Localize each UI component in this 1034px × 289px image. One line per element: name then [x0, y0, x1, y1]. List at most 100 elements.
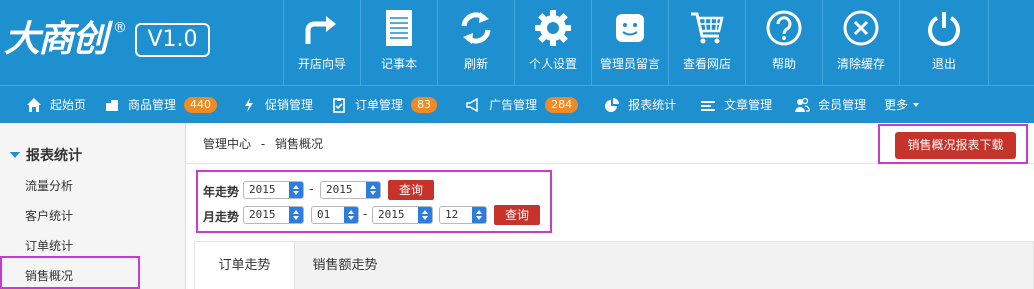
select-arrows-icon — [418, 207, 432, 223]
select-value: 2015 — [249, 183, 276, 196]
sidebar-heading: 报表统计 — [26, 148, 82, 164]
tool-label: 刷新 — [463, 57, 488, 71]
cart-icon — [691, 12, 724, 44]
breadcrumb: 管理中心 - 销售概况 — [203, 135, 323, 152]
month-to-month-select[interactable]: 12 — [439, 206, 487, 224]
toolbar: 开店向导 记事本 刷新 个人设置 管理员留言 查看网店 帮助 清除缓存 退出 — [283, 0, 989, 85]
notepad-icon — [386, 10, 412, 46]
select-arrows-icon — [289, 182, 303, 198]
year-from-select[interactable]: 2015 — [243, 181, 304, 199]
month-trend-label: 月走势 — [203, 210, 240, 224]
tool-label: 帮助 — [771, 57, 796, 71]
clipboard-icon — [333, 97, 345, 113]
close-circle-icon — [843, 10, 879, 46]
year-query-button[interactable]: 查询 — [388, 180, 434, 200]
box-icon — [106, 99, 119, 111]
nav-item-label: 商品管理 — [128, 98, 177, 112]
power-icon — [928, 12, 960, 47]
nav-item-articles[interactable]: 文章管理 — [684, 86, 780, 124]
tool-admin-message[interactable]: 管理员留言 — [591, 0, 668, 85]
select-value: 2015 — [249, 208, 276, 221]
nav-item-label: 会员管理 — [818, 98, 867, 112]
tool-label: 管理员留言 — [599, 57, 660, 71]
month-query-button[interactable]: 查询 — [494, 205, 540, 225]
count-badge: 83 — [411, 96, 438, 113]
nav-item-members[interactable]: 会员管理 — [780, 86, 874, 124]
gear-icon — [535, 10, 571, 46]
month-from-year-select[interactable]: 2015 — [243, 206, 304, 224]
year-trend-label: 年走势 — [203, 185, 240, 199]
help-icon — [766, 10, 802, 46]
range-dash: - — [309, 182, 314, 196]
nav-item-reports[interactable]: 报表统计 — [586, 86, 684, 124]
nav-item-label: 订单管理 — [355, 98, 404, 112]
select-value: 2015 — [326, 183, 353, 196]
chart-tabs: 订单走势 销售额走势 — [194, 241, 1034, 289]
range-dash: - — [363, 207, 368, 221]
tool-label: 开店向导 — [297, 57, 346, 71]
sidebar-item-orders[interactable]: 订单统计 — [25, 237, 73, 254]
tool-setup-wizard[interactable]: 开店向导 — [283, 0, 360, 85]
tool-label: 查看网店 — [682, 57, 731, 71]
select-arrows-icon — [289, 207, 303, 223]
megaphone-icon — [466, 97, 478, 112]
select-value: 12 — [445, 208, 459, 221]
nav-item-label: 广告管理 — [489, 98, 538, 112]
select-value: 2015 — [378, 208, 405, 221]
tool-view-shop[interactable]: 查看网店 — [668, 0, 745, 85]
highlight-box — [0, 256, 140, 289]
select-value: 01 — [317, 208, 331, 221]
version-badge: V1.0 — [135, 23, 210, 57]
nav-item-home[interactable]: 起始页 — [0, 86, 94, 124]
tool-help[interactable]: 帮助 — [745, 0, 822, 85]
tool-label: 个人设置 — [528, 57, 577, 71]
select-arrows-icon — [366, 182, 380, 198]
home-icon — [27, 97, 41, 112]
tool-label: 清除缓存 — [836, 57, 885, 71]
main-nav: 起始页 商品管理 440 促销管理 订单管理 83 广告管理 284 报表统计 … — [0, 85, 1034, 123]
tab-sales-trend[interactable]: 销售额走势 — [295, 242, 395, 289]
sidebar: 报表统计 流量分析 客户统计 订单统计 销售概况 — [0, 123, 186, 289]
message-icon — [616, 14, 644, 42]
refresh-icon — [461, 12, 491, 44]
pie-chart-icon — [605, 97, 620, 112]
select-arrows-icon — [344, 207, 358, 223]
nav-item-label: 文章管理 — [724, 98, 773, 112]
logo-text: 大商创 — [4, 19, 108, 60]
nav-item-label: 更多 — [884, 98, 909, 112]
tool-personal-settings[interactable]: 个人设置 — [514, 0, 591, 85]
count-badge: 440 — [184, 96, 218, 113]
tool-logout[interactable]: 退出 — [899, 0, 989, 85]
logo: 大商创 ® V1.0 — [0, 0, 268, 85]
tab-order-trend[interactable]: 订单走势 — [195, 242, 295, 289]
nav-item-orders[interactable]: 订单管理 83 — [321, 86, 445, 124]
count-badge: 284 — [545, 96, 579, 113]
tool-refresh[interactable]: 刷新 — [437, 0, 514, 85]
logo-registered-mark: ® — [113, 20, 127, 36]
nav-item-products[interactable]: 商品管理 440 — [94, 86, 225, 124]
arrow-turn-icon — [305, 16, 336, 44]
sidebar-section-header[interactable]: 报表统计 — [10, 145, 82, 165]
nav-item-more[interactable]: 更多 — [874, 86, 927, 124]
lightning-icon — [245, 97, 254, 112]
tool-clear-cache[interactable]: 清除缓存 — [822, 0, 899, 85]
chevron-down-icon — [913, 102, 920, 107]
sidebar-item-customers[interactable]: 客户统计 — [25, 207, 73, 224]
nav-item-label: 报表统计 — [628, 98, 677, 112]
breadcrumb-current: 销售概况 — [275, 137, 324, 151]
year-to-select[interactable]: 2015 — [320, 181, 381, 199]
tool-notepad[interactable]: 记事本 — [360, 0, 437, 85]
nav-item-promotions[interactable]: 促销管理 — [225, 86, 321, 124]
users-icon — [795, 97, 810, 112]
breadcrumb-root[interactable]: 管理中心 — [203, 137, 251, 151]
highlight-box — [878, 124, 1028, 164]
nav-item-ads[interactable]: 广告管理 284 — [445, 86, 586, 124]
month-from-month-select[interactable]: 01 — [311, 206, 359, 224]
top-bar: 大商创 ® V1.0 开店向导 记事本 刷新 个人设置 管理员留言 查看网店 帮… — [0, 0, 1034, 85]
month-to-year-select[interactable]: 2015 — [372, 206, 433, 224]
sidebar-item-traffic[interactable]: 流量分析 — [25, 177, 73, 194]
caret-down-icon — [10, 152, 20, 158]
nav-item-label: 起始页 — [50, 98, 87, 112]
tool-label: 记事本 — [380, 57, 417, 71]
list-icon — [701, 100, 716, 111]
